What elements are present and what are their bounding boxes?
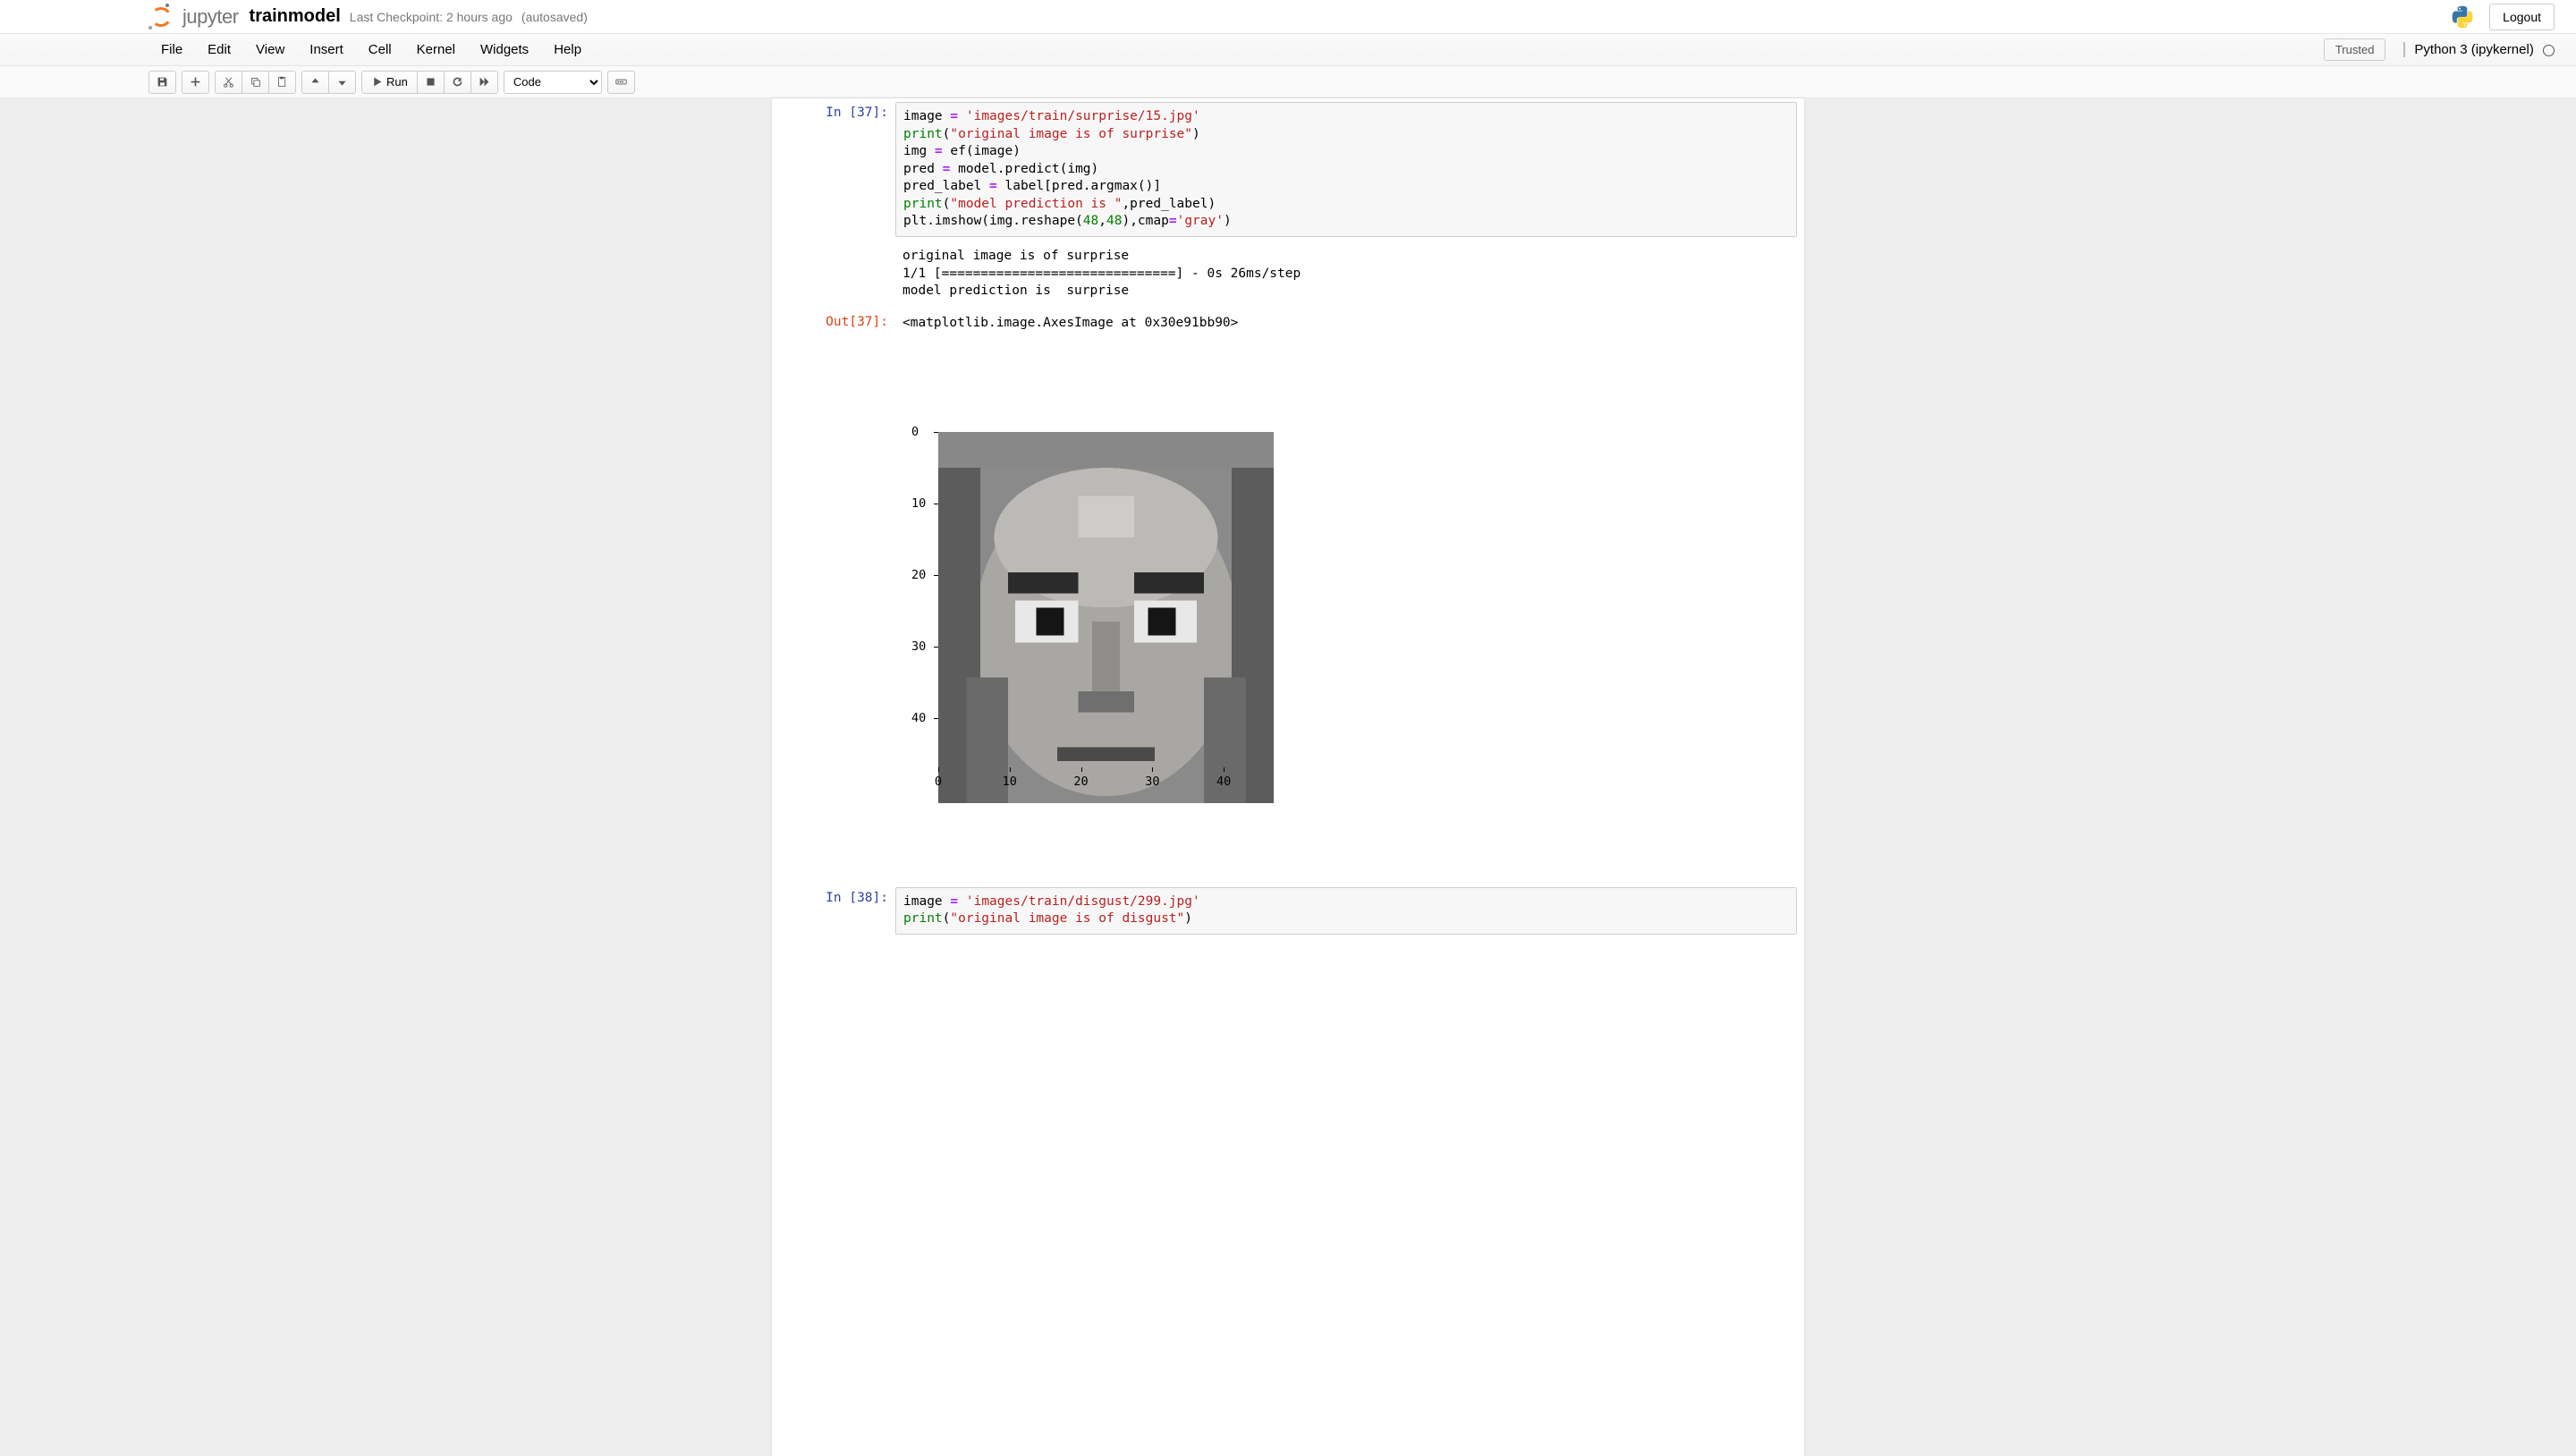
menu-kernel[interactable]: Kernel <box>404 35 468 64</box>
out-text: <matplotlib.image.AxesImage at 0x30e91bb… <box>895 311 1797 336</box>
xtick-label: 30 <box>1145 774 1159 790</box>
output-stdout: original image is of surprise 1/1 [=====… <box>772 241 1804 308</box>
menu-edit[interactable]: Edit <box>195 35 243 64</box>
kernel-status-icon <box>2543 45 2555 56</box>
notebook-container: In [37]: image = 'images/train/surprise/… <box>772 98 1804 1456</box>
save-button[interactable] <box>148 71 176 94</box>
code-input[interactable]: image = 'images/train/disgust/299.jpg' p… <box>895 887 1797 935</box>
paste-button[interactable] <box>268 71 296 94</box>
add-cell-button[interactable] <box>182 71 209 94</box>
menu-cell[interactable]: Cell <box>356 35 404 64</box>
copy-button[interactable] <box>242 71 269 94</box>
plot-heatmap <box>938 432 1274 767</box>
code-input[interactable]: image = 'images/train/surprise/15.jpg' p… <box>895 102 1797 237</box>
toolbar: Run Code <box>0 66 2576 98</box>
kernel-name: Python 3 (ipykernel) <box>2403 42 2555 57</box>
ytick-label: 30 <box>911 639 926 655</box>
out-prompt: Out[37]: <box>779 311 895 336</box>
code-cell[interactable]: In [37]: image = 'images/train/surprise/… <box>772 98 1804 241</box>
output-image: 0 10 20 30 40 0 10 20 30 40 <box>772 339 1804 875</box>
in-prompt: In [37]: <box>779 102 895 237</box>
ytick-label: 0 <box>911 424 919 440</box>
xtick-label: 20 <box>1073 774 1088 790</box>
checkpoint-text: Last Checkpoint: 2 hours ago <box>350 10 513 24</box>
ytick-label: 20 <box>911 567 926 583</box>
menu-view[interactable]: View <box>243 35 297 64</box>
run-label: Run <box>386 75 408 89</box>
menu-file[interactable]: File <box>148 35 195 64</box>
interrupt-button[interactable] <box>417 71 445 94</box>
cut-button[interactable] <box>215 71 242 94</box>
brand: jupyter <box>148 4 239 30</box>
restart-run-all-button[interactable] <box>470 71 498 94</box>
xtick-label: 0 <box>935 774 942 790</box>
cell-type-select[interactable]: Code <box>504 71 602 94</box>
run-button[interactable]: Run <box>361 71 418 94</box>
command-palette-button[interactable] <box>607 71 635 94</box>
menubar: FileEditViewInsertCellKernelWidgetsHelp … <box>0 34 2576 66</box>
xtick-label: 10 <box>1003 774 1017 790</box>
menu-help[interactable]: Help <box>541 35 594 64</box>
move-down-button[interactable] <box>328 71 356 94</box>
autosaved-text: (autosaved) <box>521 10 588 24</box>
stdout-text: original image is of surprise 1/1 [=====… <box>895 244 1797 304</box>
in-prompt: In [38]: <box>779 887 895 935</box>
move-up-button[interactable] <box>301 71 329 94</box>
kernel-name-text: Python 3 (ipykernel) <box>2414 42 2533 57</box>
python-logo-icon <box>2450 4 2475 30</box>
code-cell[interactable]: In [38]: image = 'images/train/disgust/2… <box>772 884 1804 938</box>
trusted-badge[interactable]: Trusted <box>2324 38 2386 61</box>
ytick-label: 40 <box>911 709 926 725</box>
ytick-label: 10 <box>911 495 926 512</box>
notebook-name[interactable]: trainmodel <box>250 6 341 27</box>
jupyter-logo-icon <box>148 4 174 30</box>
logout-button[interactable]: Logout <box>2489 4 2555 30</box>
restart-button[interactable] <box>444 71 471 94</box>
xtick-label: 40 <box>1216 774 1231 790</box>
menu-insert[interactable]: Insert <box>297 35 356 64</box>
brand-text: jupyter <box>182 5 239 29</box>
matplotlib-plot: 0 10 20 30 40 0 10 20 30 40 <box>902 423 1278 790</box>
notebook-header: jupyter trainmodel Last Checkpoint: 2 ho… <box>0 0 2576 34</box>
menu-widgets[interactable]: Widgets <box>468 35 541 64</box>
output-result: Out[37]: <matplotlib.image.AxesImage at … <box>772 308 1804 340</box>
